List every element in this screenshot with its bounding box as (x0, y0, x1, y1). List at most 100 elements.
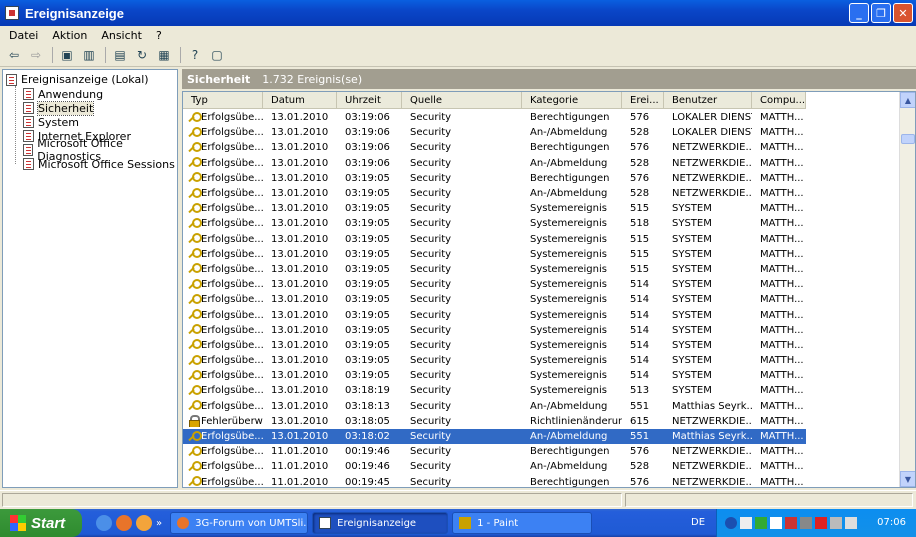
scroll-up-icon[interactable]: ▲ (900, 92, 915, 108)
log-icon (23, 88, 34, 100)
event-list[interactable]: Typ Datum Uhrzeit Quelle Kategorie Erei.… (182, 91, 916, 488)
table-row[interactable]: Erfolgsübe... 13.01.2010 03:19:05 Security S… (183, 338, 806, 353)
export-list-icon[interactable]: ▦ (154, 46, 174, 64)
minimize-button[interactable]: _ (849, 3, 869, 23)
cell-quelle: Security (410, 142, 452, 154)
table-row[interactable]: Erfolgsübe... 13.01.2010 03:19:05 Security B… (183, 171, 806, 186)
table-row[interactable]: Erfolgsübe... 13.01.2010 03:19:05 Security S… (183, 368, 806, 383)
task-forum[interactable]: 3G-Forum von UMTSli... (170, 512, 309, 534)
column-quelle[interactable]: Quelle (402, 92, 522, 109)
tray-app-icon[interactable] (770, 517, 782, 529)
tray-app-icon[interactable] (785, 517, 797, 529)
console-icon[interactable]: ▢ (207, 46, 227, 64)
tree-root[interactable]: Ereignisanzeige (Lokal) (6, 73, 149, 86)
tree-item-anwendung[interactable]: Anwendung (23, 87, 103, 101)
tray-security-icon[interactable] (815, 517, 827, 529)
cell-uhrzeit: 00:19:45 (345, 476, 390, 488)
table-row[interactable]: Erfolgsübe... 13.01.2010 03:19:06 Security A… (183, 125, 806, 140)
show-hide-tree-icon[interactable]: ▥ (79, 46, 99, 64)
properties-icon[interactable]: ▤ (110, 46, 130, 64)
table-row[interactable]: Erfolgsübe... 13.01.2010 03:19:05 Security S… (183, 232, 806, 247)
menu-help[interactable]: ? (149, 29, 169, 42)
table-row[interactable]: Erfolgsübe... 13.01.2010 03:18:02 Security A… (183, 428, 806, 445)
tree-item-sicherheit[interactable]: Sicherheit (23, 100, 95, 116)
close-button[interactable]: ✕ (893, 3, 913, 23)
table-row[interactable]: Erfolgsübe... 13.01.2010 03:19:05 Security S… (183, 307, 806, 322)
cell-text: Erfolgsübe... (201, 461, 263, 473)
table-row[interactable]: Erfolgsübe... 13.01.2010 03:19:05 Security A… (183, 186, 806, 201)
column-uhrzeit[interactable]: Uhrzeit (337, 92, 402, 109)
cell-typ: Erfolgsübe... (183, 217, 263, 230)
tray-arrow-icon[interactable] (725, 517, 737, 529)
column-benutzer[interactable]: Benutzer (664, 92, 752, 109)
tree-item-system[interactable]: System (23, 115, 79, 129)
tree-item-office-diagnostics[interactable]: Microsoft Office Diagnostics (23, 137, 177, 163)
table-row[interactable]: Erfolgsübe... 13.01.2010 03:18:13 Security A… (183, 399, 806, 414)
key-icon (187, 460, 202, 473)
cell-typ: Erfolgsübe... (183, 293, 263, 306)
table-row[interactable]: Erfolgsübe... 13.01.2010 03:19:05 Security S… (183, 277, 806, 292)
table-row[interactable]: Erfolgsübe... 13.01.2010 03:19:05 Security S… (183, 247, 806, 262)
table-row[interactable]: Erfolgsübe... 13.01.2010 03:19:05 Security S… (183, 292, 806, 307)
table-row[interactable]: Erfolgsübe... 13.01.2010 03:19:05 Security S… (183, 201, 806, 216)
table-row[interactable]: Erfolgsübe... 13.01.2010 03:19:05 Security S… (183, 353, 806, 368)
tree-item-label: Sicherheit (36, 100, 95, 116)
back-arrow-icon[interactable]: ⇦ (4, 46, 24, 64)
table-row[interactable]: Erfolgsübe... 13.01.2010 03:18:19 Security S… (183, 383, 806, 398)
table-row[interactable]: Fehlerüberw... 13.01.2010 03:18:05 Security… (183, 414, 806, 429)
task-label: Ereignisanzeige (337, 517, 417, 529)
task-ereignisanzeige[interactable]: Ereignisanzeige (312, 512, 449, 534)
table-row[interactable]: Erfolgsübe... 13.01.2010 03:19:06 Security B… (183, 140, 806, 155)
table-row[interactable]: Erfolgsübe... 13.01.2010 03:19:05 Security S… (183, 323, 806, 338)
cell-datum: 13.01.2010 (271, 309, 329, 321)
cell-kategorie: An-/Abmeldung (530, 461, 608, 473)
ie-icon[interactable] (96, 515, 112, 531)
help-icon[interactable]: ? (185, 46, 205, 64)
cell-benutzer: SYSTEM (672, 203, 712, 215)
task-paint[interactable]: 1 - Paint (452, 512, 593, 534)
scroll-thumb[interactable] (901, 134, 915, 144)
tray-network-icon[interactable] (740, 517, 752, 529)
cell-text: Erfolgsübe... (201, 446, 263, 458)
cell-computer: MATTH... (760, 172, 804, 184)
table-row[interactable]: Erfolgsübe... 11.01.2010 00:19:46 Security B… (183, 444, 806, 459)
table-row[interactable]: Erfolgsübe... 11.01.2010 00:19:46 Security A… (183, 459, 806, 474)
table-row[interactable]: Erfolgsübe... 13.01.2010 03:19:06 Security A… (183, 156, 806, 171)
firefox-icon[interactable] (116, 515, 132, 531)
tray-app-icon[interactable] (800, 517, 812, 529)
cell-quelle: Security (410, 476, 452, 488)
language-indicator[interactable]: DE (691, 517, 705, 528)
column-computer[interactable]: Compu... (752, 92, 806, 109)
cell-benutzer: NETZWERKDIE... (672, 188, 752, 200)
column-kategorie[interactable]: Kategorie (522, 92, 622, 109)
cell-computer: MATTH... (760, 476, 804, 488)
vertical-scrollbar[interactable]: ▲ ▼ (899, 92, 915, 487)
tray-volume-icon[interactable] (845, 517, 857, 529)
table-row[interactable]: Erfolgsübe... 13.01.2010 03:19:06 Security B… (183, 110, 806, 125)
messenger-icon[interactable] (136, 515, 152, 531)
menu-aktion[interactable]: Aktion (45, 29, 94, 42)
cell-datum: 13.01.2010 (271, 385, 329, 397)
cell-ereignis: 576 (630, 142, 650, 154)
tree-item-office-sessions[interactable]: Microsoft Office Sessions (23, 157, 175, 171)
start-button[interactable]: Start (0, 509, 82, 537)
forward-arrow-icon[interactable]: ⇨ (26, 46, 46, 64)
menu-ansicht[interactable]: Ansicht (94, 29, 149, 42)
table-row[interactable]: Erfolgsübe... 11.01.2010 00:19:45 Security B… (183, 475, 806, 488)
cell-text: Erfolgsübe... (201, 309, 263, 321)
tray-app-icon[interactable] (755, 517, 767, 529)
cell-ereignis: 514 (630, 339, 650, 351)
menu-datei[interactable]: Datei (2, 29, 45, 42)
column-typ[interactable]: Typ (183, 92, 263, 109)
table-row[interactable]: Erfolgsübe... 13.01.2010 03:19:05 Security S… (183, 262, 806, 277)
refresh-icon[interactable]: ↻ (132, 46, 152, 64)
quick-launch-more-icon[interactable]: » (156, 518, 162, 529)
maximize-button[interactable]: ❐ (871, 3, 891, 23)
column-ereignis[interactable]: Erei... (622, 92, 664, 109)
column-datum[interactable]: Datum (263, 92, 337, 109)
scroll-down-icon[interactable]: ▼ (900, 471, 915, 487)
title-bar[interactable]: Ereignisanzeige _ ❐ ✕ (0, 0, 916, 26)
up-folder-icon[interactable]: ▣ (57, 46, 77, 64)
table-row[interactable]: Erfolgsübe... 13.01.2010 03:19:05 Security S… (183, 216, 806, 231)
tray-app-icon[interactable] (830, 517, 842, 529)
